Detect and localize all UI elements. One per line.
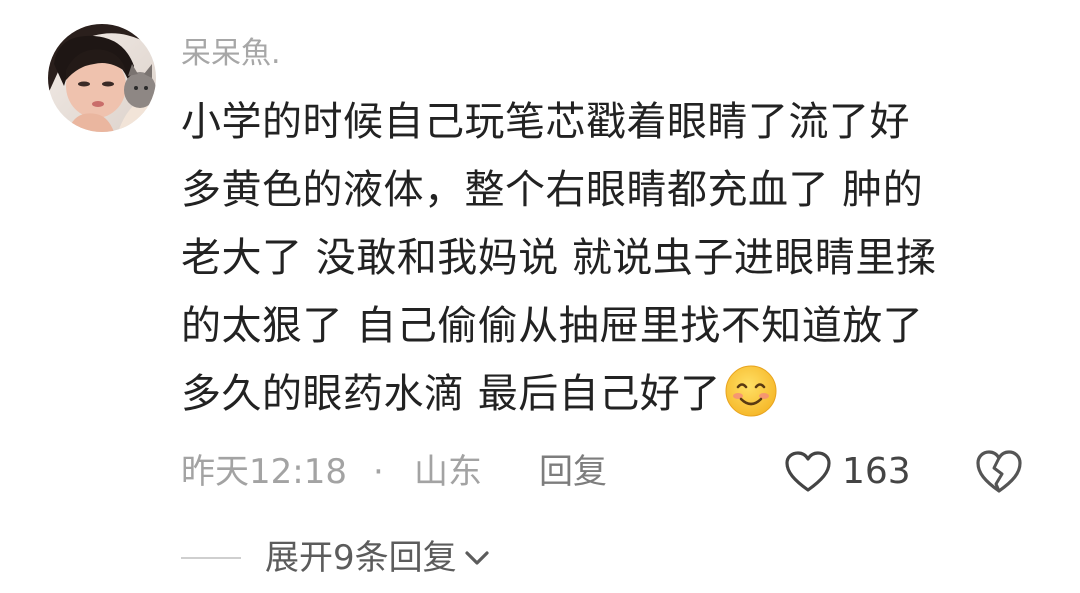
comment-meta-row: 昨天12:18 · 山东 回复 163 [181, 442, 1041, 502]
expand-replies-button[interactable]: 展开9条回复 [181, 528, 491, 588]
like-count: 163 [842, 451, 911, 492]
expand-replies-label: 展开9条回复 [265, 538, 457, 578]
meta-separator: · [373, 452, 384, 492]
comment-text: 小学的时候自己玩笔芯戳着眼睛了流了好 多黄色的液体，整个右眼睛都充血了 肿的 老… [181, 88, 1041, 428]
avatar-photo-icon [48, 24, 156, 132]
chevron-down-icon [465, 551, 489, 565]
comment-line: 老大了 没敢和我妈说 就说虫子进眼睛里揉 [181, 235, 937, 281]
comment-line-text: 多久的眼药水滴 最后自己好了 [181, 371, 721, 417]
comment-line: 小学的时候自己玩笔芯戳着眼睛了流了好 [181, 99, 910, 145]
comment-line: 多黄色的液体，整个右眼睛都充血了 肿的 [181, 167, 924, 213]
expand-divider [181, 557, 241, 559]
broken-heart-icon[interactable] [974, 448, 1024, 496]
avatar[interactable] [48, 24, 156, 132]
username[interactable]: 呆呆魚. [181, 28, 281, 80]
smiling-face-emoji-icon [725, 365, 777, 417]
reply-button[interactable]: 回复 [539, 442, 607, 502]
like-button[interactable]: 163 [784, 446, 911, 498]
comment-time: 昨天12:18 [181, 452, 347, 492]
comment-line-last: 多久的眼药水滴 最后自己好了 [181, 360, 1041, 428]
heart-outline-icon [785, 451, 831, 492]
comment-line: 的太狠了 自己偷偷从抽屉里找不知道放了 [181, 303, 924, 349]
comment-location: 山东 [414, 452, 482, 492]
